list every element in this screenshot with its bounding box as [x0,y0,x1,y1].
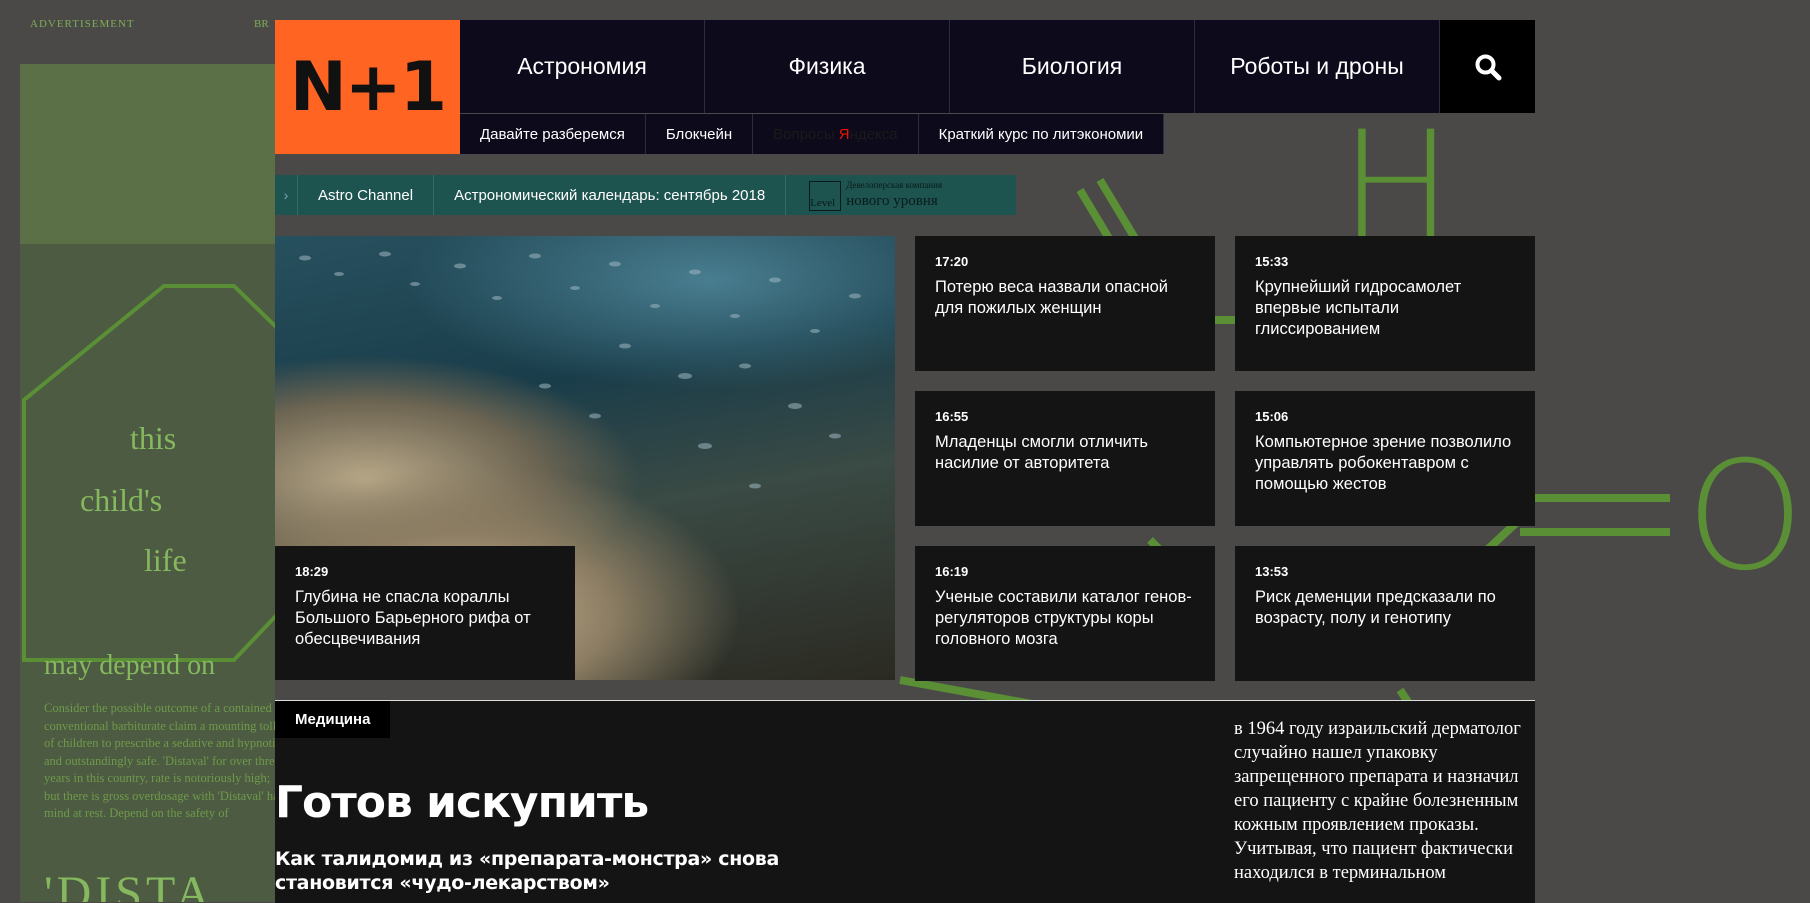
subnav-literature-economics[interactable]: Краткий курс по литэкономии [919,114,1165,154]
news-card[interactable]: 17:20 Потерю веса назвали опасной для по… [915,236,1215,371]
featured-news[interactable]: 18:29 Глубина не спасла кораллы Большого… [275,236,895,680]
news-time: 18:29 [295,564,329,579]
search-button[interactable] [1440,20,1535,113]
logo-text: N+1 [289,47,447,127]
news-card[interactable]: 16:55 Младенцы смогли отличить насилие о… [915,391,1215,526]
search-icon [1475,54,1501,80]
nav-physics[interactable]: Физика [705,20,950,113]
news-time: 15:33 [1255,254,1289,269]
article-title[interactable]: Готов искупить [275,777,649,828]
yandex-brand: Я [838,125,850,143]
news-time: 15:06 [1255,409,1289,424]
chevron-right-icon[interactable]: › [275,175,298,215]
news-headline[interactable]: Крупнейший гидросамолет впервые испытали… [1255,277,1515,340]
yandex-pre: Вопросы [773,125,835,143]
news-headline[interactable]: Компьютерное зрение позволило управлять … [1255,432,1515,495]
news-card[interactable]: 15:06 Компьютерное зрение позволило упра… [1235,391,1535,526]
promo-small-text: Девелоперская компания [846,180,943,190]
article-body: в 1964 году израильский дерматолог случа… [1234,719,1521,883]
promo-logo-text: Level [810,197,836,209]
main-navigation: Астрономия Физика Биология Роботы и дрон… [460,20,1440,113]
news-headline[interactable]: Младенцы смогли отличить насилие от авто… [935,432,1195,474]
subnav-lets-figure-out[interactable]: Давайте разберемся [460,114,646,154]
news-headline[interactable]: Потерю веса назвали опасной для пожилых … [935,277,1195,319]
yandex-post: ндекса [849,125,898,143]
news-card[interactable]: 15:33 Крупнейший гидросамолет впервые ис… [1235,236,1535,371]
featured-caption: 18:29 Глубина не спасла кораллы Большого… [275,546,575,680]
article-preview: Медицина Готов искупить Как талидомид из… [275,700,1535,903]
subnav-blockchain[interactable]: Блокчейн [646,114,754,154]
article-rubric[interactable]: Медицина [275,701,391,738]
channel-bar: › Astro Channel Астрономический календар… [275,175,1017,215]
news-headline[interactable]: Ученые составили каталог генов-регулятор… [935,587,1195,650]
news-time: 17:20 [935,254,969,269]
news-time: 16:19 [935,564,969,579]
news-card[interactable]: 16:19 Ученые составили каталог генов-рег… [915,546,1215,681]
nav-robots-drones[interactable]: Роботы и дроны [1195,20,1440,113]
news-time: 16:55 [935,409,969,424]
promo-big-text: нового уровня [846,193,938,209]
news-time: 13:53 [1255,564,1289,579]
news-headline[interactable]: Риск деменции предсказали по возрасту, п… [1255,587,1515,629]
site-logo[interactable]: N+1 [275,20,460,154]
article-subtitle: Как талидомид из «препарата-монстра» сно… [275,848,780,894]
promo-banner[interactable]: Level Девелоперская компания нового уров… [786,175,1017,215]
sub-navigation: Давайте разберемся Блокчейн Вопросы Янде… [460,114,1165,154]
subnav-yandex-questions[interactable]: Вопросы Яндекса [753,114,919,154]
channel-astro-calendar[interactable]: Астрономический календарь: сентябрь 2018 [434,175,787,215]
news-card[interactable]: 13:53 Риск деменции предсказали по возра… [1235,546,1535,681]
channel-astro[interactable]: Astro Channel [298,175,435,215]
nav-astronomy[interactable]: Астрономия [460,20,705,113]
nav-biology[interactable]: Биология [950,20,1195,113]
news-headline[interactable]: Глубина не спасла кораллы Большого Барье… [295,587,555,650]
chemical-symbol-o: O [1686,430,1805,604]
